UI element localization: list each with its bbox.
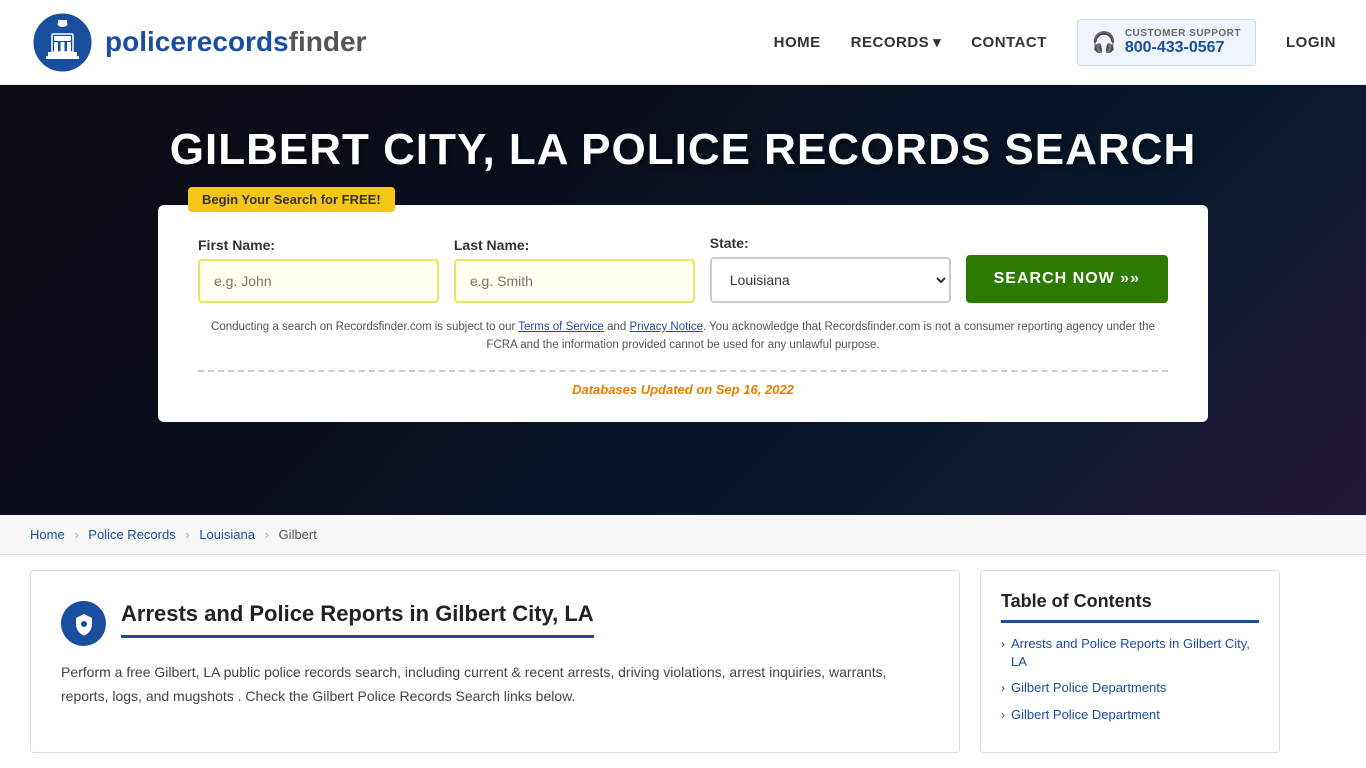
separator-3: › bbox=[265, 527, 269, 542]
first-name-group: First Name: bbox=[198, 237, 439, 303]
toc-link[interactable]: Arrests and Police Reports in Gilbert Ci… bbox=[1011, 635, 1259, 671]
privacy-link[interactable]: Privacy Notice bbox=[630, 321, 704, 333]
article-icon bbox=[61, 601, 106, 646]
toc-arrow-icon: › bbox=[1001, 681, 1005, 695]
toc-box: Table of Contents › Arrests and Police Re… bbox=[980, 570, 1280, 753]
support-label: CUSTOMER SUPPORT bbox=[1125, 28, 1241, 39]
site-header: policerecordsfinder HOME RECORDS ▾ CONTA… bbox=[0, 0, 1366, 85]
db-updated: Databases Updated on Sep 16, 2022 bbox=[198, 382, 1168, 397]
breadcrumb-louisiana[interactable]: Louisiana bbox=[199, 527, 255, 542]
hero-title: GILBERT CITY, LA POLICE RECORDS SEARCH bbox=[170, 125, 1196, 175]
nav-login[interactable]: LOGIN bbox=[1286, 34, 1336, 51]
nav-home[interactable]: HOME bbox=[774, 34, 821, 51]
separator-2: › bbox=[185, 527, 189, 542]
main-nav: HOME RECORDS ▾ CONTACT 🎧 CUSTOMER SUPPOR… bbox=[774, 19, 1336, 66]
first-name-label: First Name: bbox=[198, 237, 439, 253]
logo-text: policerecordsfinder bbox=[105, 26, 366, 58]
last-name-input[interactable] bbox=[454, 259, 695, 303]
nav-contact[interactable]: CONTACT bbox=[971, 34, 1047, 51]
state-select[interactable]: Louisiana bbox=[710, 257, 951, 303]
logo[interactable]: policerecordsfinder bbox=[30, 10, 366, 75]
toc-item[interactable]: › Gilbert Police Department bbox=[1001, 706, 1259, 724]
state-group: State: Louisiana bbox=[710, 235, 951, 303]
chevron-down-icon: ▾ bbox=[933, 33, 941, 51]
breadcrumb-home[interactable]: Home bbox=[30, 527, 65, 542]
separator-1: › bbox=[74, 527, 78, 542]
toc-arrow-icon: › bbox=[1001, 708, 1005, 722]
last-name-group: Last Name: bbox=[454, 237, 695, 303]
headset-icon: 🎧 bbox=[1092, 30, 1117, 55]
toc-list: › Arrests and Police Reports in Gilbert C… bbox=[1001, 635, 1259, 724]
state-label: State: bbox=[710, 235, 951, 251]
article-header: Arrests and Police Reports in Gilbert Ci… bbox=[61, 601, 929, 646]
breadcrumb: Home › Police Records › Louisiana › Gilb… bbox=[0, 515, 1366, 555]
search-button[interactable]: SEARCH NOW »» bbox=[966, 255, 1168, 303]
last-name-label: Last Name: bbox=[454, 237, 695, 253]
main-content: Arrests and Police Reports in Gilbert Ci… bbox=[30, 570, 960, 753]
content-area: Arrests and Police Reports in Gilbert Ci… bbox=[0, 570, 1310, 753]
toc-link[interactable]: Gilbert Police Departments bbox=[1011, 679, 1166, 697]
divider bbox=[198, 370, 1168, 372]
logo-icon bbox=[30, 10, 95, 75]
customer-support[interactable]: 🎧 CUSTOMER SUPPORT 800-433-0567 bbox=[1077, 19, 1256, 66]
first-name-input[interactable] bbox=[198, 259, 439, 303]
sidebar: Table of Contents › Arrests and Police Re… bbox=[980, 570, 1280, 753]
search-form: First Name: Last Name: State: Louisiana … bbox=[198, 235, 1168, 303]
toc-title: Table of Contents bbox=[1001, 591, 1259, 623]
free-badge: Begin Your Search for FREE! bbox=[188, 187, 395, 212]
toc-item[interactable]: › Arrests and Police Reports in Gilbert C… bbox=[1001, 635, 1259, 671]
article-body: Perform a free Gilbert, LA public police… bbox=[61, 661, 929, 709]
article-title: Arrests and Police Reports in Gilbert Ci… bbox=[121, 601, 594, 638]
toc-arrow-icon: › bbox=[1001, 637, 1005, 651]
breadcrumb-current: Gilbert bbox=[279, 527, 317, 542]
toc-link[interactable]: Gilbert Police Department bbox=[1011, 706, 1160, 724]
disclaimer-text: Conducting a search on Recordsfinder.com… bbox=[198, 318, 1168, 355]
tos-link[interactable]: Terms of Service bbox=[518, 321, 604, 333]
badge-icon bbox=[72, 612, 96, 636]
hero-section: GILBERT CITY, LA POLICE RECORDS SEARCH B… bbox=[0, 85, 1366, 515]
support-phone: 800-433-0567 bbox=[1125, 39, 1241, 57]
toc-item[interactable]: › Gilbert Police Departments bbox=[1001, 679, 1259, 697]
search-card: Begin Your Search for FREE! First Name: … bbox=[158, 205, 1208, 422]
breadcrumb-police-records[interactable]: Police Records bbox=[88, 527, 175, 542]
nav-records[interactable]: RECORDS ▾ bbox=[851, 33, 942, 51]
